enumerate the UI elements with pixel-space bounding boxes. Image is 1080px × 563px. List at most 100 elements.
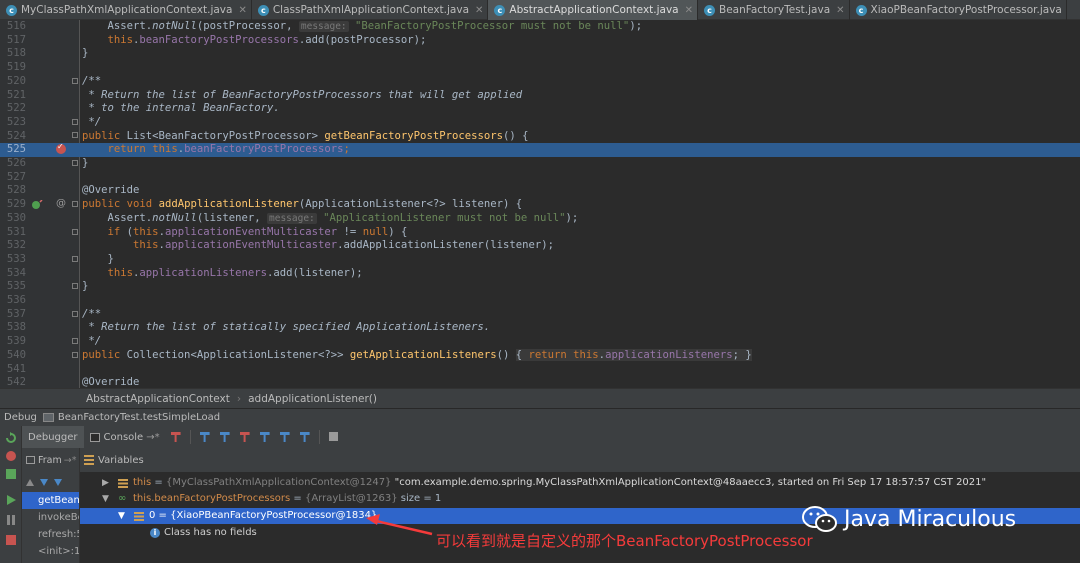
tab-bean-factory-test[interactable]: c BeanFactoryTest.java ✕ <box>698 0 850 20</box>
line-number: 535 <box>6 280 26 293</box>
watch-icon: ∞ <box>118 493 127 504</box>
class-icon: c <box>257 4 269 16</box>
variable-name: this.beanFactoryPostProcessors <box>133 493 291 504</box>
resume-icon[interactable] <box>5 494 17 506</box>
code-line-highlighted[interactable]: 525 return this.beanFactoryPostProcessor… <box>0 143 1080 157</box>
settings-icon[interactable] <box>5 468 17 480</box>
tab-abstract-app-context[interactable]: c AbstractApplicationContext.java ✕ <box>488 0 699 20</box>
close-icon[interactable]: ✕ <box>685 5 693 16</box>
code-line[interactable]: 542 @Override <box>0 376 1080 388</box>
code-line[interactable]: 516 Assert.notNull(postProcessor, messag… <box>0 20 1080 34</box>
code-line[interactable]: 530 Assert.notNull(listener, message: "A… <box>0 212 1080 226</box>
show-execution-point-icon[interactable] <box>169 430 183 444</box>
line-number: 540 <box>6 348 26 361</box>
code-line[interactable]: 541 <box>0 363 1080 377</box>
filter-icon[interactable] <box>54 478 62 486</box>
tab-xiaop-bean-factory-post-processor[interactable]: c XiaoPBeanFactoryPostProcessor.java <box>850 0 1067 20</box>
close-icon[interactable]: ✕ <box>238 5 246 16</box>
fold-icon[interactable] <box>72 78 78 84</box>
code-line[interactable]: 529 public void addApplicationListener(Ap… <box>0 198 1080 212</box>
variable-name: this <box>133 477 152 488</box>
code-line[interactable]: 524 public List<BeanFactoryPostProcessor>… <box>0 130 1080 144</box>
fold-icon[interactable] <box>72 132 78 138</box>
tab-label: AbstractApplicationContext.java <box>509 4 679 16</box>
pause-icon[interactable] <box>5 514 17 526</box>
collapse-arrow-icon[interactable]: ▼ <box>102 491 109 507</box>
line-number: 526 <box>6 157 26 169</box>
code-line[interactable]: 523 */ <box>0 116 1080 130</box>
console-icon <box>89 432 100 442</box>
tab-classpath-xml-app-context[interactable]: c ClassPathXmlApplicationContext.java ✕ <box>252 0 489 20</box>
frames-pane: Fram →* getBean invokeBe refresh:5 <init… <box>22 448 80 563</box>
collapse-arrow-icon[interactable]: ▼ <box>118 508 125 524</box>
field-icon <box>134 512 144 521</box>
fold-icon[interactable] <box>72 338 78 344</box>
code-line[interactable]: 536 <box>0 294 1080 308</box>
code-line[interactable]: 520/** <box>0 75 1080 89</box>
evaluate-expression-icon[interactable] <box>327 430 341 444</box>
step-out-icon[interactable] <box>258 430 272 444</box>
code-line[interactable]: 531 if (this.applicationEventMulticaster… <box>0 226 1080 240</box>
fold-icon[interactable] <box>72 229 78 235</box>
code-line[interactable]: 526} <box>0 157 1080 171</box>
implements-icon[interactable] <box>31 200 43 210</box>
pause-rerun-icon[interactable] <box>5 450 17 462</box>
debug-title: Debug <box>4 412 37 423</box>
fold-icon[interactable] <box>72 160 78 166</box>
code-line[interactable]: 540 public Collection<ApplicationListener… <box>0 348 1080 363</box>
frame-item[interactable]: invokeBe <box>22 509 79 526</box>
code-line[interactable]: 537/** <box>0 308 1080 322</box>
down-arrow-icon[interactable] <box>40 478 48 486</box>
string-literal: "ApplicationListener must not be null" <box>323 211 566 224</box>
expand-arrow-icon[interactable]: ▶ <box>102 475 109 491</box>
fold-icon[interactable] <box>72 311 78 317</box>
line-number: 541 <box>6 362 26 375</box>
code-line[interactable]: 533 } <box>0 253 1080 267</box>
breadcrumb-method[interactable]: addApplicationListener() <box>248 393 377 405</box>
fold-icon[interactable] <box>72 283 78 289</box>
info-icon: i <box>150 528 160 538</box>
code-line[interactable]: 518} <box>0 47 1080 61</box>
rerun-icon[interactable] <box>5 432 17 444</box>
tab-console[interactable]: Console →* <box>84 426 166 448</box>
class-icon: c <box>704 4 716 16</box>
code-line[interactable]: 539 */ <box>0 335 1080 349</box>
frame-item[interactable]: getBean <box>22 492 79 509</box>
code-line[interactable]: 522 * to the internal BeanFactory. <box>0 102 1080 116</box>
stop-icon[interactable] <box>5 534 17 546</box>
tab-my-classpath-xml-app-context[interactable]: c MyClassPathXmlApplicationContext.java … <box>0 0 252 20</box>
frame-item[interactable]: refresh:5 <box>22 526 79 543</box>
code-line[interactable]: 519 <box>0 61 1080 75</box>
code-line[interactable]: 538 * Return the list of statically spec… <box>0 321 1080 335</box>
fold-icon[interactable] <box>72 352 78 358</box>
frame-item[interactable]: <init>:14 <box>22 543 79 560</box>
variable-row-this[interactable]: ▶ this = {MyClassPathXmlApplicationConte… <box>80 475 1080 491</box>
up-arrow-icon[interactable] <box>26 478 34 486</box>
fold-icon[interactable] <box>72 256 78 262</box>
step-over-icon[interactable] <box>198 430 212 444</box>
fold-icon[interactable] <box>72 201 78 207</box>
step-into-icon[interactable] <box>218 430 232 444</box>
code-line[interactable]: 517 this.beanFactoryPostProcessors.add(p… <box>0 34 1080 48</box>
code-editor[interactable]: 516 Assert.notNull(postProcessor, messag… <box>0 20 1080 388</box>
variable-meta: {ArrayList@1263} <box>304 493 398 504</box>
code-line[interactable]: 527 <box>0 171 1080 185</box>
code-line[interactable]: 521 * Return the list of BeanFactoryPost… <box>0 89 1080 103</box>
fold-icon[interactable] <box>72 119 78 125</box>
breadcrumb-class[interactable]: AbstractApplicationContext <box>86 393 230 405</box>
force-step-into-icon[interactable] <box>238 430 252 444</box>
code-line[interactable]: 534 this.applicationListeners.add(listen… <box>0 267 1080 281</box>
toolbar-separator <box>318 430 320 444</box>
debug-config-name[interactable]: BeanFactoryTest.testSimpleLoad <box>58 412 220 423</box>
drop-frame-icon[interactable] <box>278 430 292 444</box>
variables-header: Variables <box>80 448 1080 472</box>
code-line[interactable]: 535} <box>0 280 1080 294</box>
line-number: 516 <box>6 20 26 32</box>
code-line[interactable]: 528 @Override <box>0 184 1080 198</box>
close-icon[interactable]: ✕ <box>836 5 844 16</box>
run-to-cursor-icon[interactable] <box>298 430 312 444</box>
close-icon[interactable]: ✕ <box>475 5 483 16</box>
code-line[interactable]: 532 this.applicationEventMulticaster.add… <box>0 239 1080 253</box>
tab-debugger[interactable]: Debugger <box>22 426 84 448</box>
breakpoint-icon[interactable] <box>56 142 66 154</box>
